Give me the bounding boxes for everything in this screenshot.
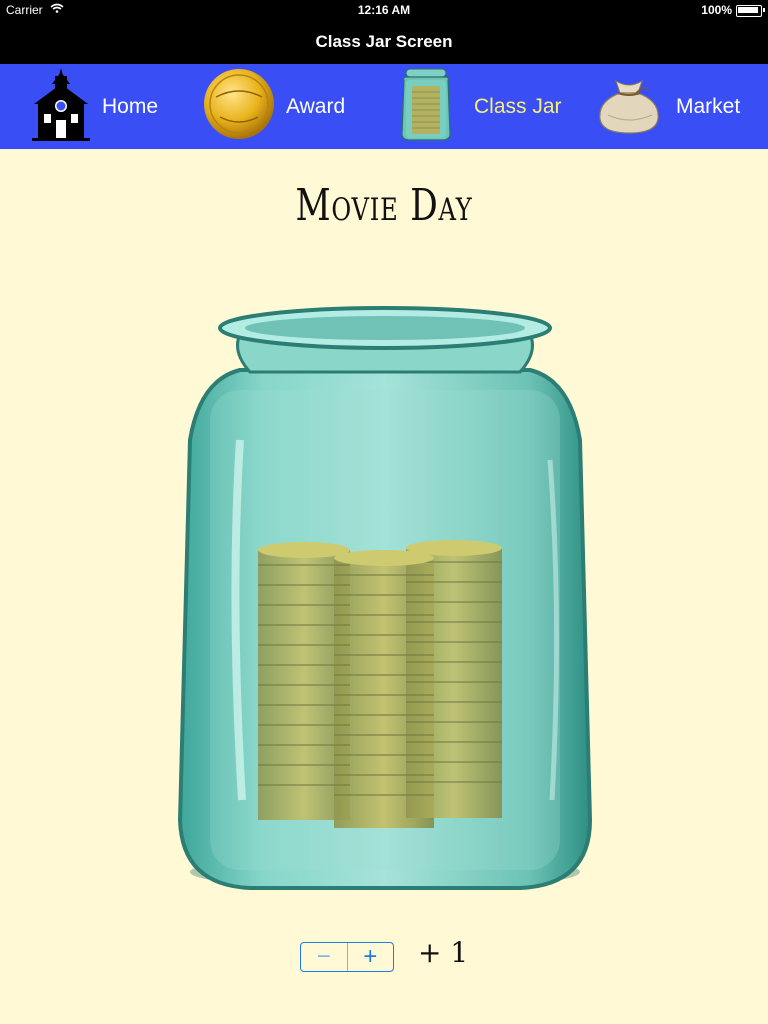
screen-title: Class Jar Screen [0, 20, 768, 64]
battery-icon [736, 5, 765, 17]
tab-class-jar[interactable]: Class Jar [398, 64, 562, 149]
jar-icon [398, 66, 454, 147]
increment-button[interactable]: + [348, 943, 394, 971]
money-bag-icon [596, 71, 662, 142]
count-label: + 1 [418, 936, 469, 969]
plus-icon: + [363, 943, 378, 970]
status-bar: Carrier 12:16 AM 100% [0, 0, 768, 20]
class-jar-image [170, 300, 600, 900]
clock: 12:16 AM [357, 3, 411, 17]
tab-home[interactable]: Home [32, 64, 158, 149]
tab-market[interactable]: Market [596, 64, 740, 149]
decrement-button[interactable]: − [301, 943, 348, 971]
tab-class-jar-label: Class Jar [474, 94, 562, 118]
schoolhouse-icon [32, 66, 90, 147]
minus-icon: − [316, 943, 331, 970]
gold-coin-icon [202, 67, 276, 146]
tab-market-label: Market [676, 94, 741, 118]
page-title: Movie Day [295, 180, 473, 231]
tab-home-label: Home [102, 94, 159, 118]
tab-bar: Home Award Class Jar Market [0, 64, 768, 149]
tab-award[interactable]: Award [202, 64, 345, 149]
battery-percentage: 100% [701, 3, 732, 17]
tab-award-label: Award [286, 94, 346, 118]
count-stepper[interactable]: − + [300, 942, 394, 972]
